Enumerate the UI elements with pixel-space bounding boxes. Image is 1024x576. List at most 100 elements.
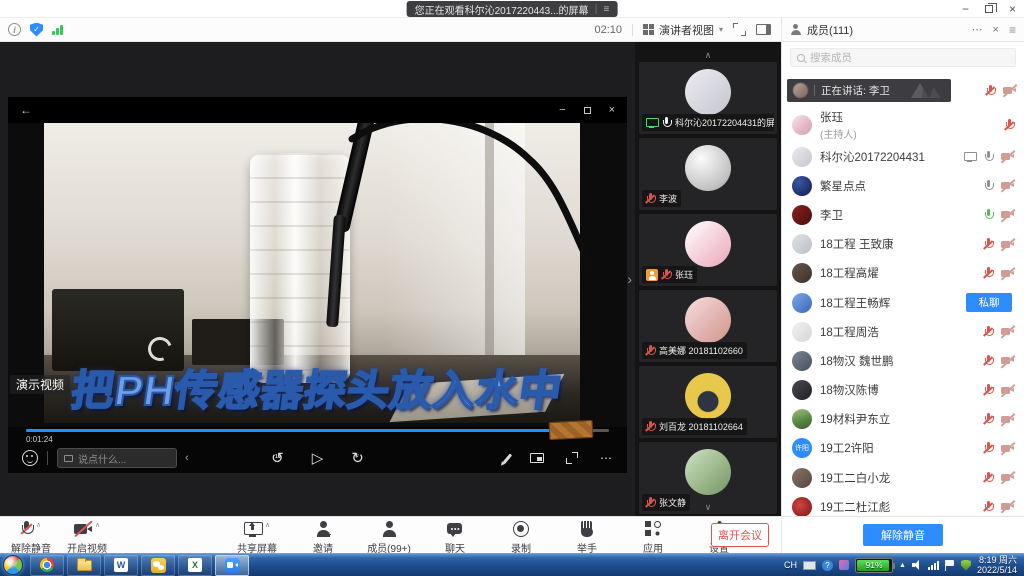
member-row[interactable]: 18物汉 魏世鹏 [782, 346, 1024, 375]
mic-options-caret[interactable]: ∧ [36, 521, 41, 529]
play-button[interactable]: ▷ [312, 449, 324, 467]
danmaku-input[interactable]: 说点什么... [57, 448, 177, 468]
mic-muted-icon[interactable] [984, 472, 993, 484]
mic-muted-icon[interactable] [984, 384, 993, 396]
panel-more-button[interactable]: ⋯ [972, 23, 983, 36]
video-frame[interactable]: PP 021 演示视频 把PH传感器探头放入水中 [8, 123, 627, 427]
thumbs-scroll-up[interactable]: ∧ [635, 52, 781, 60]
mic-muted-icon[interactable] [984, 413, 993, 425]
mic-muted-icon[interactable] [984, 501, 993, 513]
tray-expand-arrow[interactable]: ▲ [899, 562, 906, 569]
apps-button[interactable]: 应用 [630, 520, 676, 555]
start-button[interactable] [3, 555, 23, 575]
meeting-info-icon[interactable]: i [8, 23, 21, 36]
cam-off-icon[interactable] [1001, 502, 1014, 511]
meeting-security-icon[interactable]: ✓ [30, 23, 43, 37]
mic-muted-icon[interactable] [646, 421, 655, 433]
pill-menu-icon[interactable]: ≡ [604, 4, 610, 15]
cam-off-icon[interactable] [1001, 181, 1014, 190]
volume-icon[interactable] [912, 560, 922, 570]
leave-meeting-button[interactable]: 离开会议 [711, 523, 769, 547]
member-row[interactable]: 科尔沁20172204431 [782, 142, 1024, 171]
member-row[interactable]: 18工程 王致康 [782, 230, 1024, 259]
mic-muted-icon[interactable] [1005, 119, 1014, 131]
mic-muted-icon[interactable] [986, 85, 995, 97]
taskbar-explorer[interactable] [67, 555, 101, 576]
cam-off-icon[interactable] [1001, 240, 1014, 249]
mic-muted-icon[interactable] [984, 355, 993, 367]
taskbar-excel[interactable]: X [178, 555, 212, 576]
network-signal-icon[interactable] [52, 24, 63, 35]
taskbar-meeting-active[interactable] [215, 555, 249, 576]
speaking-banner[interactable]: 正在讲话: 李卫 [787, 79, 951, 102]
sidebar-layout-button[interactable] [756, 24, 771, 35]
view-mode-selector[interactable]: 演讲者视图 ▾ [643, 22, 723, 38]
annotate-icon[interactable] [502, 453, 511, 463]
replay-10s-button[interactable]: ↺10 [271, 449, 284, 467]
collapse-input-button[interactable]: ‹ [185, 452, 189, 464]
taskbar-chrome[interactable] [30, 555, 64, 576]
private-chat-button[interactable]: 私聊 [966, 293, 1012, 312]
member-row[interactable]: 19工二白小龙 [782, 463, 1024, 492]
cam-off-icon[interactable] [1001, 152, 1014, 161]
shared-close-button[interactable]: × [609, 104, 615, 116]
unmute-button[interactable]: ∧ 解除静音 [8, 520, 54, 555]
player-more-icon[interactable]: ⋯ [600, 451, 613, 465]
taskbar-word[interactable]: W [104, 555, 138, 576]
antivirus-shield-icon[interactable] [961, 560, 971, 571]
record-button[interactable]: 录制 [498, 520, 544, 555]
video-thumbnail[interactable]: 李波 [639, 138, 777, 210]
cam-off-icon[interactable] [1001, 444, 1014, 453]
mic-muted-icon[interactable] [646, 193, 655, 205]
cam-off-icon[interactable] [1001, 356, 1014, 365]
cam-off-icon[interactable] [1001, 269, 1014, 278]
mic-gray-icon[interactable] [984, 180, 993, 192]
mic-green-icon[interactable] [984, 209, 993, 221]
invite-button[interactable]: + 邀请 [300, 520, 346, 555]
cam-off-icon[interactable] [1001, 415, 1014, 424]
host-icon[interactable] [646, 269, 658, 281]
back-arrow-icon[interactable]: ← [20, 103, 32, 117]
action-center-flag-icon[interactable]: × [945, 560, 955, 571]
member-row[interactable]: 19工二杜江彪 [782, 492, 1024, 516]
progress-track[interactable] [26, 429, 609, 432]
mic-muted-icon[interactable] [662, 269, 671, 281]
pip-icon[interactable] [530, 453, 544, 463]
member-row[interactable]: 繁星点点 [782, 171, 1024, 200]
taskbar-wechat[interactable] [141, 555, 175, 576]
keyboard-icon[interactable] [803, 561, 816, 570]
video-options-caret[interactable]: ∧ [95, 521, 100, 529]
cam-off-icon[interactable] [1001, 210, 1014, 219]
cam-off-icon[interactable] [1001, 473, 1014, 482]
mic-white-icon[interactable] [662, 117, 671, 129]
shared-restore-button[interactable] [584, 107, 591, 114]
cam-off-icon[interactable] [1001, 327, 1014, 336]
taskbar-clock[interactable]: 8:19 周六 2022/5/14 [977, 555, 1020, 575]
camera-off-icon[interactable] [1003, 86, 1016, 95]
members-button[interactable]: 成员(99+) [366, 520, 412, 555]
share-screen-button[interactable]: ∧ 共享屏幕 [234, 520, 280, 555]
screen-icon[interactable] [964, 152, 976, 162]
cam-off-icon[interactable] [1001, 386, 1014, 395]
fullscreen-button[interactable] [733, 23, 746, 36]
chat-button[interactable]: 聊天 [432, 520, 478, 555]
mic-muted-icon[interactable] [646, 345, 655, 357]
raise-hand-button[interactable]: 举手 [564, 520, 610, 555]
member-row[interactable]: 18工程高燿 [782, 259, 1024, 288]
help-icon[interactable]: ? [822, 560, 833, 571]
mic-muted-icon[interactable] [984, 267, 993, 279]
video-thumbnail[interactable]: 科尔沁20172204431的屏幕.. [639, 62, 777, 134]
watching-screen-pill[interactable]: 您正在观看科尔沁2017220443...的屏幕 ≡ [407, 1, 618, 17]
mic-muted-icon[interactable] [984, 238, 993, 250]
collapse-thumbs-arrow[interactable]: › [627, 271, 632, 287]
share-options-caret[interactable]: ∧ [265, 521, 270, 529]
battery-indicator[interactable]: 91% [855, 558, 893, 573]
player-fullscreen-icon[interactable] [566, 452, 578, 464]
mic-gray-icon[interactable] [984, 151, 993, 163]
member-row[interactable]: 许阳19工2许阳 [782, 434, 1024, 463]
search-input[interactable]: 搜索成员 [790, 48, 1016, 67]
panel-unmute-button[interactable]: 解除静音 [863, 524, 943, 546]
member-row[interactable]: 18工程王畅辉私聊 [782, 288, 1024, 317]
mic-muted-icon[interactable] [984, 442, 993, 454]
video-thumbnail[interactable]: 刘百龙 20181102664 [639, 366, 777, 438]
